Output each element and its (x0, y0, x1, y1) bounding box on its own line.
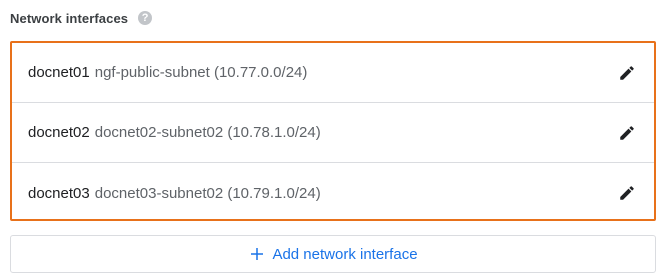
network-name: docnet02 (28, 124, 90, 141)
section-title: Network interfaces (10, 10, 129, 26)
pencil-icon[interactable] (618, 64, 636, 82)
subnet-label: docnet02-subnet02 (10.78.1.0/24) (94, 124, 321, 141)
pencil-icon[interactable] (618, 124, 636, 142)
network-interfaces-list: docnet01 ngf-public-subnet (10.77.0.0/24)… (10, 41, 656, 221)
add-network-interface-button[interactable]: Add network interface (10, 235, 656, 273)
subnet-label: ngf-public-subnet (10.77.0.0/24) (94, 64, 308, 81)
subnet-label: docnet03-subnet02 (10.79.1.0/24) (94, 184, 321, 202)
add-network-interface-label: Add network interface (272, 245, 418, 263)
network-interface-text: docnet02 docnet02-subnet02 (10.78.1.0/24) (28, 124, 321, 141)
plus-icon (251, 248, 264, 260)
network-name: docnet01 (28, 64, 90, 81)
network-interface-text: docnet01 ngf-public-subnet (10.77.0.0/24) (28, 64, 307, 81)
network-interface-row: docnet03 docnet03-subnet02 (10.79.1.0/24) (12, 163, 654, 223)
network-interface-row: docnet02 docnet02-subnet02 (10.78.1.0/24) (12, 103, 654, 163)
help-icon[interactable]: ? (138, 11, 153, 25)
network-name: docnet03 (28, 184, 90, 202)
network-interface-row: docnet01 ngf-public-subnet (10.77.0.0/24) (12, 43, 654, 103)
section-header: Network interfaces ? (10, 8, 153, 28)
pencil-icon[interactable] (618, 184, 636, 202)
network-interface-text: docnet03 docnet03-subnet02 (10.79.1.0/24) (28, 185, 321, 202)
